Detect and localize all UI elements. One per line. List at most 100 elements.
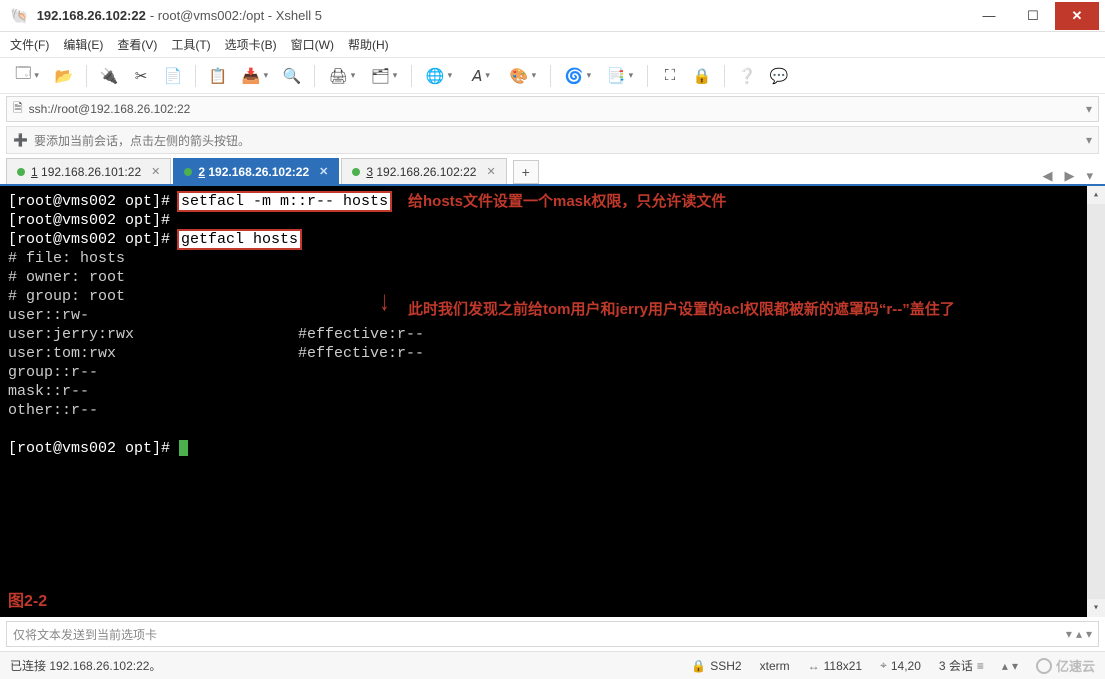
- folder-button[interactable]: 🗂: [365, 63, 403, 89]
- size-icon: ↔: [808, 659, 820, 673]
- disconnect-button[interactable]: ✂: [127, 63, 155, 89]
- find-button[interactable]: 🔍: [278, 63, 306, 89]
- terminal-line: other::r--: [8, 401, 1097, 420]
- caps-down-icon: ▾: [1012, 659, 1018, 673]
- add-session-icon[interactable]: ➕: [13, 133, 28, 147]
- terminal-line: # owner: root: [8, 268, 1097, 287]
- terminal-line: mask::r--: [8, 382, 1097, 401]
- menu-view[interactable]: 查看(V): [117, 36, 157, 53]
- menu-window[interactable]: 窗口(W): [291, 36, 334, 53]
- prompt: [root@vms002 opt]#: [8, 440, 179, 457]
- new-session-button[interactable]: 🗔: [8, 63, 46, 89]
- annotation-text: 给hosts文件设置一个mask权限，只允许读文件: [408, 192, 726, 211]
- properties-button[interactable]: 📄: [159, 63, 187, 89]
- annotation-text: 此时我们发现之前给tom用户和jerry用户设置的acl权限都被新的遮罩码“r-…: [408, 300, 955, 319]
- tab-menu-icon[interactable]: ▾: [1080, 168, 1099, 184]
- tab-session-3[interactable]: 3 192.168.26.102:22 ✕: [341, 158, 506, 184]
- reconnect-button[interactable]: 🔌: [95, 63, 123, 89]
- cursor-pos-icon: ⌖: [880, 658, 887, 673]
- hint-bar: ➕ 要添加当前会话，点击左侧的箭头按钮。 ▾: [6, 126, 1099, 154]
- separator: [647, 65, 648, 87]
- separator: [314, 65, 315, 87]
- send-input-bar[interactable]: 仅将文本发送到当前选项卡 ▾ ▴ ▾: [6, 621, 1099, 647]
- separator: [86, 65, 87, 87]
- menu-tools[interactable]: 工具(T): [171, 36, 210, 53]
- paste-button[interactable]: 📥: [236, 63, 274, 89]
- lock-button[interactable]: 🔒: [688, 63, 716, 89]
- color-button[interactable]: 🎨: [504, 63, 542, 89]
- separator: [195, 65, 196, 87]
- font-button[interactable]: 𝘈: [462, 63, 500, 89]
- tab-close-icon[interactable]: ✕: [486, 165, 495, 178]
- terminal-line: user:jerry:rwx#effective:r--: [8, 325, 1097, 344]
- address-bar[interactable]: 🗎 ssh://root@192.168.26.102:22 ▾: [6, 96, 1099, 122]
- tab-session-2[interactable]: 2 192.168.26.102:22 ✕: [173, 158, 339, 184]
- open-session-button[interactable]: 📂: [50, 63, 78, 89]
- status-dot-icon: [352, 168, 360, 176]
- menu-edit[interactable]: 编辑(E): [63, 36, 103, 53]
- caps-up-icon: ▴: [1002, 659, 1008, 673]
- title-sub: - root@vms002:/opt - Xshell 5: [150, 8, 322, 23]
- lock-icon: 🗎: [13, 99, 23, 120]
- status-size: 118x21: [824, 659, 862, 673]
- more-button[interactable]: 📑: [601, 63, 639, 89]
- hint-text: 要添加当前会话，点击左侧的箭头按钮。: [34, 132, 250, 149]
- prompt: [root@vms002 opt]#: [8, 193, 179, 210]
- maximize-button[interactable]: ☐: [1011, 2, 1055, 30]
- scroll-down-icon[interactable]: ▾: [1087, 599, 1105, 617]
- status-dot-icon: [184, 168, 192, 176]
- cursor-icon: [179, 440, 188, 456]
- scroll-up-icon[interactable]: ▴: [1087, 186, 1105, 204]
- print-button[interactable]: 🖨: [323, 63, 361, 89]
- tab-nav-left-icon[interactable]: ◀: [1036, 168, 1058, 184]
- chat-button[interactable]: 💬: [765, 63, 793, 89]
- separator: [411, 65, 412, 87]
- address-dropdown-icon[interactable]: ▾: [1086, 102, 1092, 116]
- terminal-scrollbar[interactable]: ▴ ▾: [1087, 186, 1105, 617]
- terminal[interactable]: [root@vms002 opt]# setfacl -m m::r-- hos…: [0, 186, 1105, 617]
- input-placeholder: 仅将文本发送到当前选项卡: [13, 626, 157, 643]
- prompt: [root@vms002 opt]#: [8, 212, 170, 229]
- arrow-down-icon: ↓: [379, 294, 391, 313]
- hint-dropdown-icon[interactable]: ▾: [1086, 133, 1092, 147]
- tab-strip: 1 192.168.26.101:22 ✕ 2 192.168.26.102:2…: [0, 158, 1105, 186]
- tab-label: 3 192.168.26.102:22: [366, 165, 476, 179]
- scroll-down-icon[interactable]: ▾: [1086, 627, 1092, 641]
- status-term: xterm: [760, 659, 790, 673]
- status-dot-icon: [17, 168, 25, 176]
- input-dropdown-icon[interactable]: ▾: [1066, 627, 1072, 641]
- tab-session-1[interactable]: 1 192.168.26.101:22 ✕: [6, 158, 171, 184]
- tab-add-button[interactable]: +: [513, 160, 539, 184]
- status-connection: 已连接 192.168.26.102:22。: [10, 657, 161, 674]
- tab-close-icon[interactable]: ✕: [151, 165, 160, 178]
- tab-close-icon[interactable]: ✕: [319, 165, 328, 178]
- menu-tabs[interactable]: 选项卡(B): [225, 36, 277, 53]
- app-icon: 🐚: [10, 7, 29, 25]
- tab-nav-right-icon[interactable]: ▶: [1058, 168, 1080, 184]
- menu-help[interactable]: 帮助(H): [348, 36, 389, 53]
- help-button[interactable]: ❔: [733, 63, 761, 89]
- tools-button[interactable]: 🌀: [559, 63, 597, 89]
- status-pos: 14,20: [891, 659, 921, 673]
- address-url: ssh://root@192.168.26.102:22: [29, 102, 191, 116]
- scroll-up-icon[interactable]: ▴: [1076, 627, 1082, 641]
- fullscreen-button[interactable]: ⛶: [656, 63, 684, 89]
- sessions-dropdown-icon[interactable]: ≡: [977, 659, 984, 673]
- status-protocol: SSH2: [710, 659, 741, 673]
- terminal-line: group::r--: [8, 363, 1097, 382]
- close-button[interactable]: ✕: [1055, 2, 1099, 30]
- separator: [550, 65, 551, 87]
- minimize-button[interactable]: —: [967, 2, 1011, 30]
- tab-label: 2 192.168.26.102:22: [198, 165, 309, 179]
- tab-label: 1 192.168.26.101:22: [31, 165, 141, 179]
- toolbar: 🗔 📂 🔌 ✂ 📄 📋 📥 🔍 🖨 🗂 🌐 𝘈 🎨 🌀 📑 ⛶ 🔒 ❔ 💬: [0, 58, 1105, 94]
- figure-label: 图2-2: [8, 592, 47, 611]
- globe-button[interactable]: 🌐: [420, 63, 458, 89]
- copy-button[interactable]: 📋: [204, 63, 232, 89]
- watermark: 亿速云: [1036, 656, 1095, 675]
- highlighted-command: getfacl hosts: [179, 231, 300, 248]
- highlighted-command: setfacl -m m::r-- hosts: [179, 193, 390, 210]
- lock-icon: 🔒: [691, 659, 706, 673]
- menu-file[interactable]: 文件(F): [10, 36, 49, 53]
- terminal-line: # file: hosts: [8, 249, 1097, 268]
